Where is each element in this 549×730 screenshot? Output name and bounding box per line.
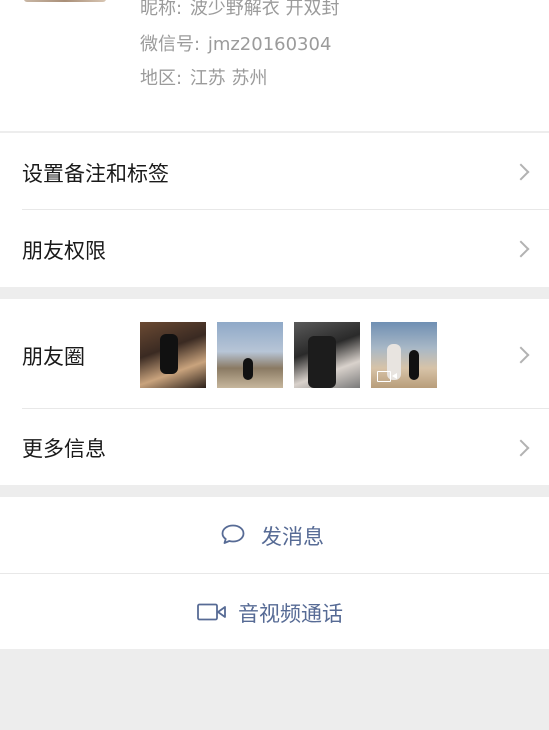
moments-thumbnail[interactable]: [217, 322, 283, 388]
chevron-right-icon: [512, 346, 530, 364]
video-camera-icon: [197, 603, 226, 621]
moments-thumbnail-video[interactable]: [371, 322, 437, 388]
moments-thumbnail[interactable]: [140, 322, 206, 388]
chevron-right-icon: [512, 439, 530, 457]
figure-shape: [308, 336, 336, 388]
region-line: 地区: 江苏 苏州: [140, 64, 268, 90]
more-info-row[interactable]: 更多信息: [0, 409, 549, 485]
wechat-id-line: 微信号: jmz20160304: [140, 30, 331, 56]
figure-shape: [160, 334, 178, 374]
wechat-id-value: jmz20160304: [207, 34, 332, 55]
more-info-label: 更多信息: [22, 437, 106, 461]
nickname-value: 波少野解衣 开双封: [189, 0, 340, 19]
moments-thumbnail[interactable]: [294, 322, 360, 388]
avatar[interactable]: [24, 0, 106, 2]
wechat-id-label: 微信号:: [140, 34, 201, 55]
region-label: 地区:: [140, 68, 183, 89]
remark-tags-row[interactable]: 设置备注和标签: [0, 133, 549, 209]
region-value: 江苏 苏州: [189, 68, 268, 89]
remark-tags-label: 设置备注和标签: [22, 162, 169, 186]
nickname-line: 昵称: 波少野解衣 开双封: [140, 0, 340, 20]
figure-shape: [409, 350, 419, 380]
chevron-right-icon: [512, 240, 530, 258]
chat-bubble-icon: [221, 524, 245, 544]
figure-shape: [243, 358, 253, 380]
av-call-label: 音视频通话: [238, 602, 343, 626]
friend-permissions-label: 朋友权限: [22, 239, 106, 263]
settings-section: 设置备注和标签 朋友权限: [0, 133, 549, 287]
moments-label: 朋友圈: [22, 345, 85, 369]
profile-header: 昵称: 波少野解衣 开双封 微信号: jmz20160304 地区: 江苏 苏州: [0, 0, 549, 131]
chevron-right-icon: [512, 163, 530, 181]
send-message-label: 发消息: [261, 525, 324, 549]
friend-permissions-row[interactable]: 朋友权限: [0, 210, 549, 287]
video-badge-icon: [377, 371, 397, 382]
nickname-label: 昵称:: [140, 0, 183, 19]
